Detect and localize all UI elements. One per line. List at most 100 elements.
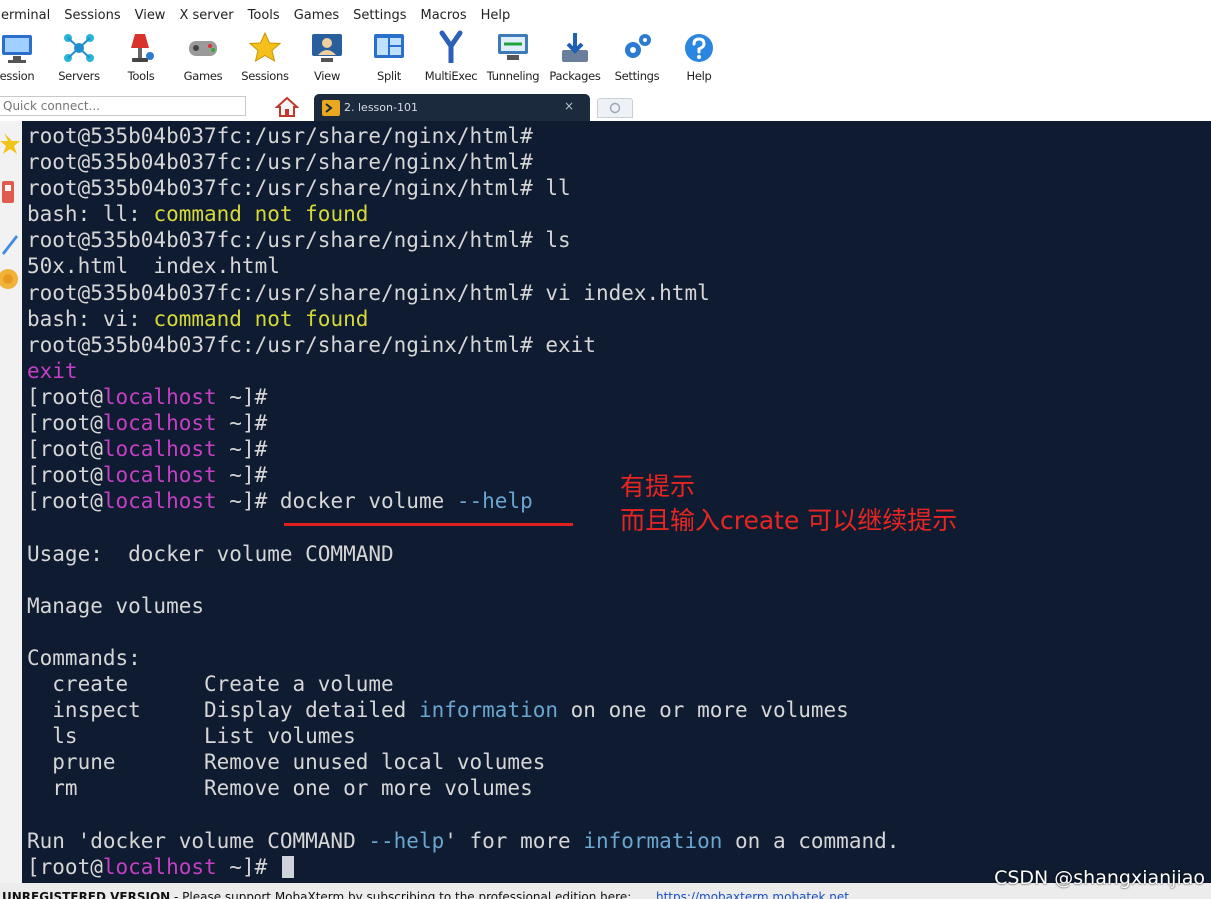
toolbar-button-sessions-star[interactable]: Sessions [234,30,296,90]
terminal-line: Usage: docker volume COMMAND [27,541,899,567]
toolbar-label: Servers [58,69,100,83]
terminal-text: prune Remove unused local volumes [27,750,546,775]
toolbar-label: View [313,69,341,83]
toolbar-label: Split [377,69,401,83]
toolbar-button-tools-lamp[interactable]: Tools [110,30,172,90]
terminal-tab-icon [322,99,340,116]
menu-item-macros[interactable]: Macros [414,8,474,30]
sessions-star-icon [247,30,283,66]
terminal-text: [root@ [27,411,103,436]
menu-item-erminal[interactable]: erminal [0,8,57,30]
tab-label: 2. lesson-101 [344,101,418,114]
sftp-sidebar-icon[interactable] [0,266,20,292]
terminal-line: ls List volumes [27,723,899,749]
tools-sidebar-icon[interactable] [0,179,20,205]
annotation-line-2: 而且输入create 可以继续提示 [620,506,958,535]
terminal-text: localhost [102,411,217,436]
toolbar-label: Tools [127,69,155,83]
terminal-text: localhost [102,463,217,488]
terminal-text: ~]# [216,437,268,462]
annotation-line-1: 有提示 [620,472,696,501]
toolbar-label: Games [183,69,223,83]
terminal-line: prune Remove unused local volumes [27,749,899,775]
new-tab-icon [609,102,621,114]
terminal-text: root@535b04b037fc:/usr/share/nginx/html# [27,124,533,148]
terminal-text: ~]# docker volume [216,489,457,514]
terminal-text: on a command. [722,828,900,853]
terminal-text: command not found [153,306,369,331]
toolbar-button-multiexec-fork[interactable]: MultiExec [420,30,482,90]
tools-lamp-icon [123,30,159,66]
toolbar-label: MultiExec [424,69,478,83]
terminal-text: ~]# [216,411,268,436]
home-tab[interactable] [266,94,308,120]
terminal-text: localhost [102,437,217,462]
terminal-text: bash: ll: [27,202,154,227]
terminal-text: inspect Display detailed [27,698,419,723]
tunneling-monitor-icon [495,30,531,66]
terminal-text: localhost [102,854,217,879]
terminal-text: on one or more volumes [558,698,849,723]
toolbar-button-tunneling-monitor[interactable]: Tunneling [482,30,544,90]
toolbar-label: Sessions [241,69,289,83]
terminal-text: ' for more [444,828,584,853]
toolbar-label: Help [686,69,712,83]
terminal-text: create Create a volume [27,671,394,696]
terminal-text: information [583,828,723,853]
toolbar-button-split-window[interactable]: Split [358,30,420,90]
terminal-text: command not found [153,202,369,227]
menu-item-games[interactable]: Games [287,8,346,30]
terminal-text: [root@ [27,854,103,879]
menu-item-help[interactable]: Help [474,8,518,30]
terminal-line: root@535b04b037fc:/usr/share/nginx/html#… [27,227,899,253]
favorites-star-icon[interactable] [0,129,20,155]
menu-item-settings[interactable]: Settings [346,8,413,30]
menu-item-tools[interactable]: Tools [241,8,287,30]
terminal-text: ~]# [216,384,268,409]
terminal-text: Run 'docker volume COMMAND [27,828,369,853]
toolbar-button-servers-network[interactable]: Servers [48,30,110,90]
terminal-text: root@535b04b037fc:/usr/share/nginx/html#… [27,332,596,357]
tab-lesson-101[interactable]: 2. lesson-101 × [314,94,590,121]
toolbar-button-settings-gears[interactable]: Settings [606,30,668,90]
toolbar-button-games-controller[interactable]: Games [172,30,234,90]
terminal-text: localhost [102,489,217,514]
terminal-text: exit [27,358,78,383]
packages-download-icon [557,30,593,66]
toolbar-button-view-user[interactable]: View [296,30,358,90]
toolbar-button-session-monitor[interactable]: ession [0,30,48,90]
split-window-icon [371,30,407,66]
terminal-text: --help [456,489,533,514]
terminal-text: [root@ [27,489,103,514]
quick-connect-input[interactable] [0,96,246,116]
tab-close-icon[interactable]: × [564,99,574,113]
terminal-text: 50x.html index.html [27,254,280,279]
terminal-line: bash: vi: command not found [27,306,899,332]
terminal-pane[interactable]: root@535b04b037fc:/usr/share/nginx/html#… [22,121,1211,883]
terminal-line: root@535b04b037fc:/usr/share/nginx/html#… [27,280,899,306]
toolbar: ession Servers Tools Games Sessions View Split… [0,30,730,90]
toolbar-button-packages-download[interactable]: Packages [544,30,606,90]
terminal-text: [root@ [27,463,103,488]
terminal-line: [root@localhost ~]# [27,854,899,880]
terminal-text: information [418,698,559,723]
terminal-line: [root@localhost ~]# [27,410,899,436]
menu-item-view[interactable]: View [128,8,173,30]
annotation-underline [284,523,573,526]
macros-sidebar-icon[interactable] [0,231,20,257]
help-question-icon [681,30,717,66]
mobatek-link[interactable]: https://mobaxterm.mobatek.net [656,890,849,899]
terminal-line: root@535b04b037fc:/usr/share/nginx/html# [27,123,899,149]
terminal-text: --help [368,828,445,853]
new-tab-button[interactable] [597,98,633,118]
menu-item-sessions[interactable]: Sessions [57,8,127,30]
toolbar-button-help-question[interactable]: Help [668,30,730,90]
menu-item-x-server[interactable]: X server [172,8,240,30]
terminal-text: root@535b04b037fc:/usr/share/nginx/html#… [27,176,571,201]
view-user-icon [309,30,345,66]
status-message: UNREGISTERED VERSION - Please support Mo… [2,890,631,899]
terminal-line: bash: ll: command not found [27,201,899,227]
terminal-text: ~]# [216,854,280,879]
